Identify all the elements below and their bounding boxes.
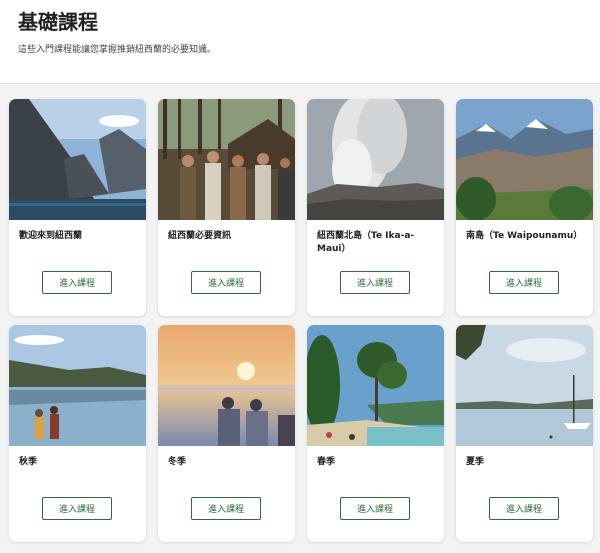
enter-course-button[interactable]: 進入課程 [42,497,112,520]
enter-course-button[interactable]: 進入課程 [42,271,112,294]
page-header: 基礎課程 這些入門課程能讓您掌握推銷紐西蘭的必要知識。 [0,0,600,84]
course-card[interactable]: 夏季 進入課程 [456,325,593,542]
card-title: 秋季 [19,457,38,467]
course-card[interactable]: 紐西蘭北島（Te Ika-a-Maui） 進入課程 [307,99,444,316]
course-card[interactable]: 春季 進入課程 [307,325,444,542]
card-title: 歡迎來到紐西蘭 [19,231,83,241]
page-title: 基礎課程 [18,10,98,34]
lake-hikers-photo [9,325,146,446]
enter-course-button[interactable]: 進入課程 [489,271,559,294]
card-title: 夏季 [466,457,485,467]
enter-course-button[interactable]: 進入課程 [191,497,261,520]
snow-mountains-photo [456,99,593,220]
fiord-mountains-photo [9,99,146,220]
enter-course-button[interactable]: 進入課程 [489,497,559,520]
beach-trees-photo [307,325,444,446]
course-card[interactable]: 歡迎來到紐西蘭 進入課程 [9,99,146,316]
geyser-photo [307,99,444,220]
sunset-hikers-photo [158,325,295,446]
card-title: 南島（Te Waipounamu） [466,231,583,241]
card-title: 冬季 [168,457,187,467]
page-subtitle: 這些入門課程能讓您掌握推銷紐西蘭的必要知識。 [18,45,217,55]
course-grid: 歡迎來到紐西蘭 進入課程 紐西蘭必要資訊 進入課程 紐西蘭北島（Te Ika-a… [9,99,593,542]
card-title: 紐西蘭必要資訊 [168,231,232,241]
card-title: 紐西蘭北島（Te Ika-a-Maui） [317,231,415,254]
enter-course-button[interactable]: 進入課程 [340,497,410,520]
enter-course-button[interactable]: 進入課程 [191,271,261,294]
course-card[interactable]: 秋季 進入課程 [9,325,146,542]
course-card[interactable]: 南島（Te Waipounamu） 進入課程 [456,99,593,316]
card-title: 春季 [317,457,336,467]
course-card[interactable]: 冬季 進入課程 [158,325,295,542]
course-card[interactable]: 紐西蘭必要資訊 進入課程 [158,99,295,316]
sailboat-bay-photo [456,325,593,446]
enter-course-button[interactable]: 進入課程 [340,271,410,294]
maori-group-photo [158,99,295,220]
